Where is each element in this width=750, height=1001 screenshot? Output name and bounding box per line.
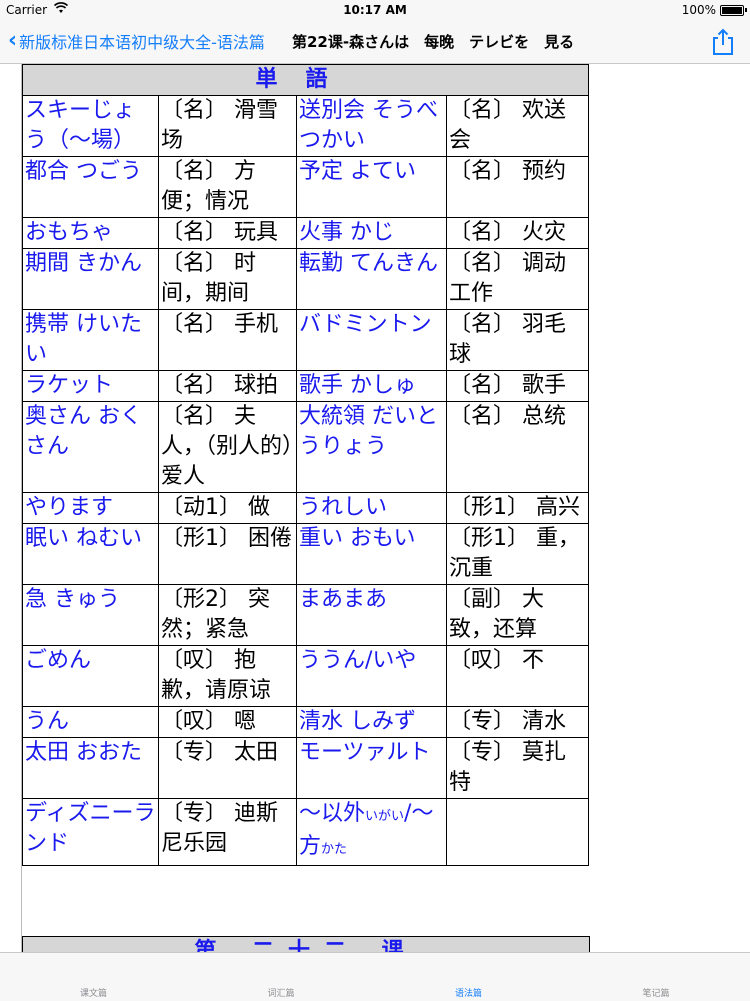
vocab-word: ううん/いや xyxy=(296,645,447,707)
table-header: 単語 xyxy=(21,64,590,96)
vocab-definition: 〔名〕 预约 xyxy=(445,156,590,218)
vocab-definition: 〔名〕 总统 xyxy=(445,401,590,493)
vocab-word: 送別会 そうべつかい xyxy=(296,95,447,157)
tab-1[interactable]: 课文篇 xyxy=(0,953,187,1001)
tab-4[interactable]: 笔记篇 xyxy=(563,953,750,1001)
vocab-definition xyxy=(445,798,590,866)
vocab-word: ごめん xyxy=(22,645,159,707)
vocab-definition: 〔名〕 欢送会 xyxy=(445,95,590,157)
vocab-definition: 〔名〕 羽毛球 xyxy=(445,309,590,371)
vocab-word: 携帯 けいたい xyxy=(22,309,159,371)
share-icon xyxy=(713,28,733,55)
share-button[interactable] xyxy=(710,28,736,56)
table-row: 奥さん おくさん 〔名〕 夫人，（别人的）爱人 大統領 だいとうりょう 〔名〕 总统 xyxy=(22,401,590,493)
vocab-word: モーツァルト xyxy=(296,737,447,799)
back-button[interactable]: ‹ 新版标准日本语初中级大全-语法篇 xyxy=(8,28,265,54)
vocab-word-part: いがい xyxy=(365,809,405,824)
table-row: 眠い ねむい 〔形1〕 困倦 重い おもい 〔形1〕 重，沉重 xyxy=(22,523,590,585)
vocab-word: 期間 きかん xyxy=(22,248,159,310)
vocab-word: ディズニーランド xyxy=(22,798,159,866)
vocab-word: バドミントン xyxy=(296,309,447,371)
vocab-definition: 〔形1〕 困倦 xyxy=(158,523,297,585)
vocab-word: 清水 しみず xyxy=(296,706,447,738)
tab-label: 笔记篇 xyxy=(642,989,670,999)
tab-label: 词汇篇 xyxy=(267,989,295,999)
tab-bar: 课文篇 词汇篇 语法篇 笔记篇 xyxy=(0,952,750,1001)
vocab-word: 大統領 だいとうりょう xyxy=(296,401,447,493)
lesson-section-header: 第 二十二 课 xyxy=(22,936,590,952)
vocab-definition: 〔形1〕 高兴 xyxy=(445,492,590,524)
vocab-definition: 〔名〕 手机 xyxy=(158,309,297,371)
vocab-word: やります xyxy=(22,492,159,524)
table-row: ラケット 〔名〕 球拍 歌手 かしゅ 〔名〕 歌手 xyxy=(22,370,590,402)
table-row: 携帯 けいたい 〔名〕 手机 バドミントン 〔名〕 羽毛球 xyxy=(22,309,590,371)
vocab-definition: 〔形1〕 重，沉重 xyxy=(445,523,590,585)
vocab-definition: 〔专〕 清水 xyxy=(445,706,590,738)
tab-3[interactable]: 语法篇 xyxy=(375,953,562,1001)
vocab-definition: 〔叹〕 不 xyxy=(445,645,590,707)
table-row: ディズニーランド 〔专〕 迪斯尼乐园 ～以外いがい/～方かた xyxy=(22,798,590,866)
vocab-word: ～以外いがい/～方かた xyxy=(296,798,447,866)
vocab-word: まあまあ xyxy=(296,584,447,646)
vocab-definition: 〔专〕 迪斯尼乐园 xyxy=(158,798,297,866)
vocab-word: ラケット xyxy=(22,370,159,402)
table-row: スキーじょう（～場） 〔名〕 滑雪场 送別会 そうべつかい 〔名〕 欢送会 xyxy=(22,95,590,157)
vocab-word: うれしい xyxy=(296,492,447,524)
back-button-label: 新版标准日本语初中级大全-语法篇 xyxy=(19,33,265,52)
vocab-word: うん xyxy=(22,706,159,738)
vocab-definition: 〔名〕 歌手 xyxy=(445,370,590,402)
vocab-word: 重い おもい xyxy=(296,523,447,585)
vocab-definition: 〔形2〕 突然；紧急 xyxy=(158,584,297,646)
vocab-word: 歌手 かしゅ xyxy=(296,370,447,402)
vocab-definition: 〔名〕 时间，期间 xyxy=(158,248,297,310)
vocab-definition: 〔动1〕 做 xyxy=(158,492,297,524)
table-row: 期間 きかん 〔名〕 时间，期间 転勤 てんきん 〔名〕 调动工作 xyxy=(22,248,590,310)
vocab-word: 太田 おおた xyxy=(22,737,159,799)
vocab-definition: 〔专〕 莫扎特 xyxy=(445,737,590,799)
table-header-row: 単語 xyxy=(21,64,590,96)
vocab-word: おもちゃ xyxy=(22,217,159,249)
tab-2[interactable]: 词汇篇 xyxy=(188,953,375,1001)
tab-label: 语法篇 xyxy=(454,989,482,999)
vocab-word: 都合 つごう xyxy=(22,156,159,218)
tab-label: 课文篇 xyxy=(79,989,107,999)
table-row: うん 〔叹〕 嗯清水 しみず 〔专〕 清水 xyxy=(22,706,590,738)
battery-percent: 100% xyxy=(681,3,716,17)
vocab-definition: 〔名〕 玩具 xyxy=(158,217,297,249)
vocab-definition: 〔叹〕 抱歉，请原谅 xyxy=(158,645,297,707)
vocab-definition: 〔副〕 大致，还算 xyxy=(445,584,590,646)
vocab-word-part: かた xyxy=(321,842,348,857)
vocab-definition: 〔名〕 球拍 xyxy=(158,370,297,402)
vocab-definition: 〔名〕 滑雪场 xyxy=(158,95,297,157)
vocab-word: 火事 かじ xyxy=(296,217,447,249)
status-bar: Carrier 10:17 AM 100% xyxy=(0,0,750,20)
table-row: 太田 おおた 〔专〕 太田 モーツァルト 〔专〕 莫扎特 xyxy=(22,737,590,799)
back-chevron-icon: ‹ xyxy=(8,28,18,53)
table-row: おもちゃ 〔名〕 玩具 火事 かじ 〔名〕 火灾 xyxy=(22,217,590,249)
table-row: 急 きゅう 〔形2〕 突然；紧急 まあまあ 〔副〕 大致，还算 xyxy=(22,584,590,646)
vocab-word: 急 きゅう xyxy=(22,584,159,646)
table-row: 都合 つごう 〔名〕 方便；情况 予定 よてい 〔名〕 预约 xyxy=(22,156,590,218)
vocab-definition: 〔名〕 调动工作 xyxy=(445,248,590,310)
vocab-word: 奥さん おくさん xyxy=(22,401,159,493)
navigation-bar: ‹ 新版标准日本语初中级大全-语法篇 第22课-森さんは 每晚 テレビを 見る xyxy=(0,20,750,64)
clock: 10:17 AM xyxy=(343,3,407,17)
lesson-content[interactable]: 単語 スキーじょう（～場） 〔名〕 滑雪场 送別会 そうべつかい 〔名〕 欢送会 都合 … xyxy=(0,64,750,952)
vocab-definition: 〔名〕 夫人，（别人的）爱人 xyxy=(158,401,297,493)
vocab-definition: 〔名〕 方便；情况 xyxy=(158,156,297,218)
vocab-word: スキーじょう（～場） xyxy=(22,95,159,157)
vocab-definition: 〔名〕 火灾 xyxy=(445,217,590,249)
vocab-word-part: ～以外 xyxy=(299,801,366,826)
vocab-definition: 〔叹〕 嗯 xyxy=(158,706,297,738)
battery-icon xyxy=(720,5,744,16)
battery-tip xyxy=(745,8,747,12)
table-row: やります 〔动1〕 做うれしい 〔形1〕 高兴 xyxy=(22,492,590,524)
vocabulary-table: 単語 スキーじょう（～場） 〔名〕 滑雪场 送別会 そうべつかい 〔名〕 欢送会 都合 … xyxy=(21,64,590,866)
page-title: 第22课-森さんは 每晚 テレビを 見る xyxy=(292,33,575,51)
vocab-word: 眠い ねむい xyxy=(22,523,159,585)
vocab-definition: 〔专〕 太田 xyxy=(158,737,297,799)
vocab-word: 転勤 てんきん xyxy=(296,248,447,310)
vocab-word: 予定 よてい xyxy=(296,156,447,218)
table-row: ごめん 〔叹〕 抱歉，请原谅 ううん/いや 〔叹〕 不 xyxy=(22,645,590,707)
